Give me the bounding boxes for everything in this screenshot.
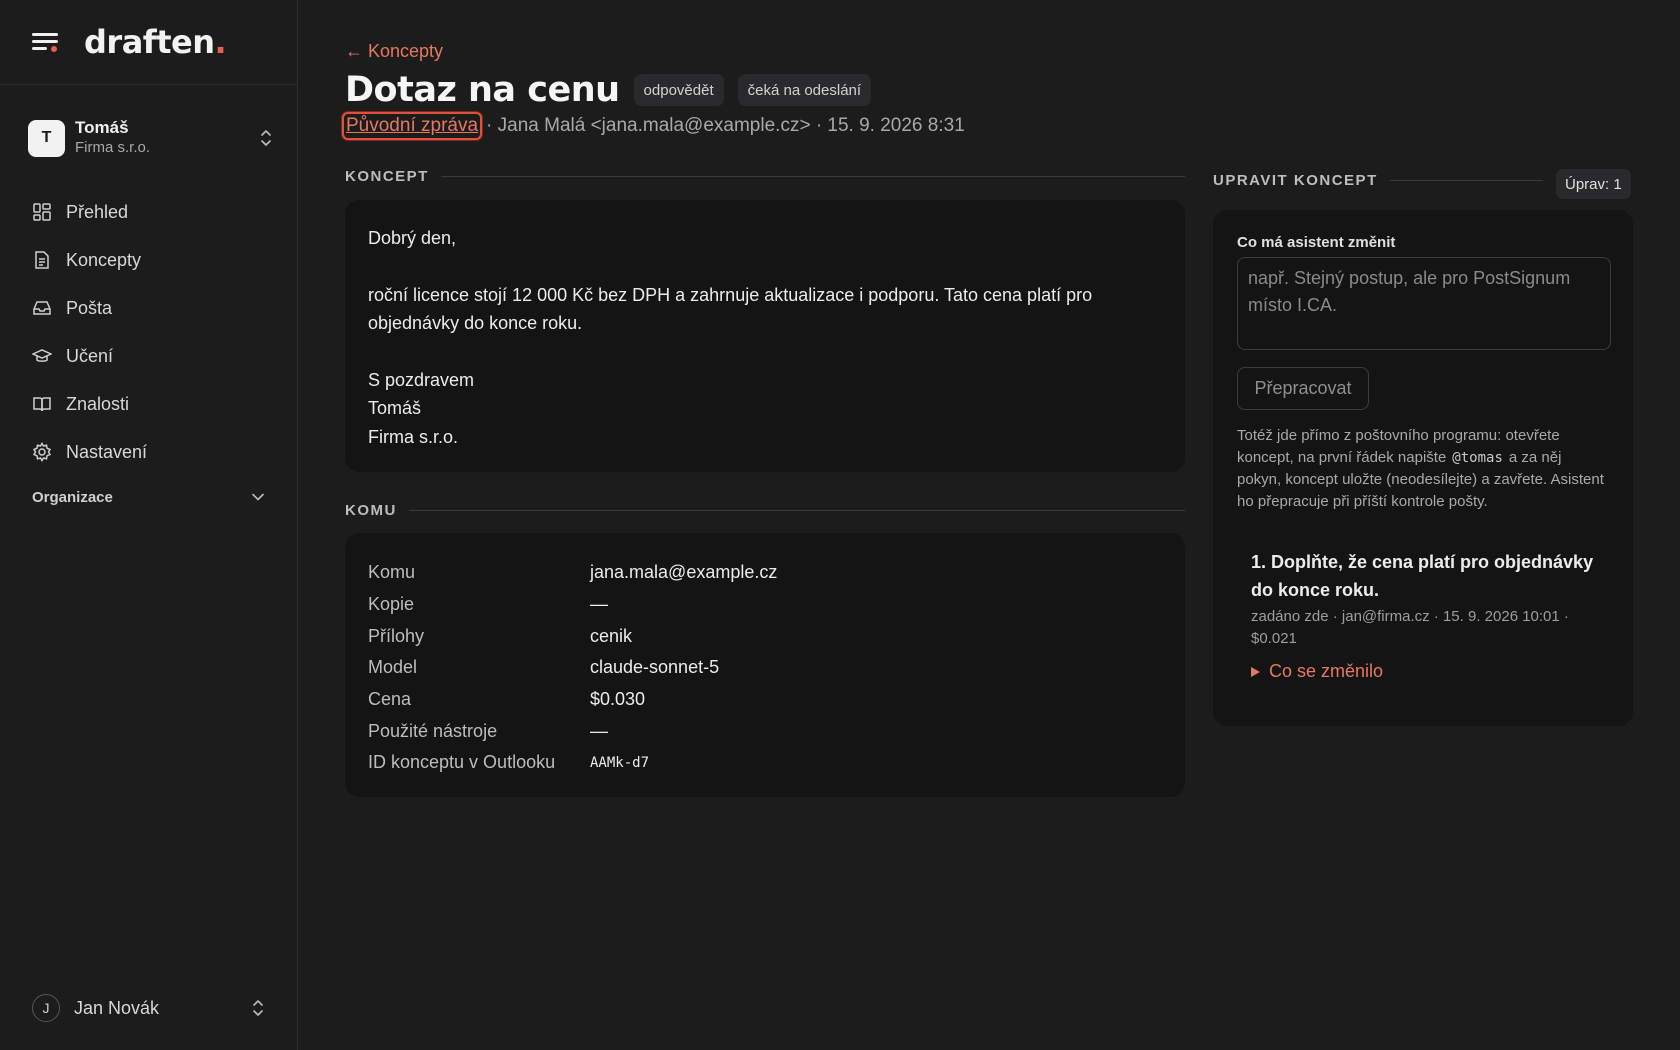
rework-button[interactable]: Přepracovat	[1237, 367, 1369, 410]
nav-label: Znalosti	[66, 393, 130, 414]
chevron-up-down-icon	[253, 1000, 263, 1016]
edit-count-badge: Úprav: 1	[1556, 169, 1631, 199]
edit-draft-card: Co má asistent změnit např. Stejný postu…	[1213, 210, 1633, 726]
edit-instruction-meta: zadáno zde · jan@firma.cz · 15. 9. 2026 …	[1251, 608, 1569, 647]
logo[interactable]: draften.	[84, 23, 227, 61]
detail-value: claude-sonnet-5	[590, 657, 720, 678]
back-to-drafts-link[interactable]: ← Koncepty	[345, 41, 443, 62]
detail-row: Přílohy cenik	[368, 620, 1162, 652]
detail-key: Model	[368, 657, 418, 678]
nav-label: Pošta	[66, 297, 113, 318]
nav-label: Přehled	[66, 201, 129, 222]
detail-key: Kopie	[368, 594, 415, 615]
main-nav: Přehled Koncepty Pošta Učení Znalosti Na…	[32, 188, 272, 476]
detail-value: AAMk-d7	[590, 754, 650, 771]
inbox-icon	[33, 301, 51, 315]
detail-row: ID konceptu v Outlooku AAMk-d7	[368, 747, 1162, 779]
menu-icon[interactable]	[32, 31, 58, 53]
account-avatar: T	[28, 119, 65, 157]
nav-item-znalosti[interactable]: Znalosti	[32, 380, 272, 428]
detail-key: Použité nástroje	[368, 720, 498, 741]
recipients-section-heading: KOMU	[345, 502, 1185, 519]
nav-item-uceni[interactable]: Učení	[32, 332, 272, 380]
page-title: Dotaz na cenu	[345, 70, 620, 110]
original-message-link[interactable]: Původní zpráva	[342, 112, 483, 140]
draft-body: roční licence stojí 12 000 Kč bez DPH a …	[368, 284, 1093, 334]
instruction-label: Co má asistent změnit	[1237, 234, 1396, 251]
nav-label: Koncepty	[66, 249, 142, 270]
brand-bar: draften.	[0, 0, 297, 85]
status-badge: čeká na odeslání	[737, 74, 872, 106]
draft-greeting: Dobrý den,	[368, 228, 457, 248]
account-name: Tomáš	[75, 118, 129, 137]
draft-signature-name: Tomáš	[368, 398, 422, 418]
dashboard-icon	[33, 203, 51, 221]
gear-icon	[32, 442, 52, 462]
type-badge: odpovědět	[633, 74, 724, 106]
chevron-down-icon	[252, 493, 264, 501]
detail-row: Použité nástroje —	[368, 715, 1162, 747]
detail-value: —	[590, 720, 608, 741]
detail-key: ID konceptu v Outlooku	[368, 752, 556, 773]
draft-closing: S pozdravem	[368, 369, 475, 390]
graduation-cap-icon	[32, 349, 52, 362]
nav-label: Nastavení	[66, 441, 148, 462]
email-client-help: Totéž jde přímo z poštovního programu: o…	[1237, 427, 1604, 510]
recipients-card: Komu jana.mala@example.cz Kopie — Přílohy c…	[345, 533, 1185, 797]
detail-value: jana.mala@example.cz	[590, 562, 778, 583]
organization-toggle[interactable]: Organizace	[32, 484, 264, 510]
edit-instruction-text: 1. Doplňte, že cena platí pro objednávky…	[1251, 552, 1594, 600]
book-icon	[33, 397, 51, 412]
detail-value: $0.030	[590, 689, 646, 710]
mention-code: @tomas	[1452, 449, 1503, 466]
chevron-up-down-icon	[261, 130, 271, 146]
organization-label: Organizace	[32, 488, 113, 506]
user-name: Jan Novák	[74, 997, 160, 1018]
sender-meta: · Jana Malá <jana.mala@example.cz> · 15.…	[486, 115, 965, 136]
user-menu[interactable]: J Jan Novák	[32, 992, 264, 1024]
detail-row: Komu jana.mala@example.cz	[368, 557, 1162, 589]
detail-value: —	[590, 594, 608, 615]
instruction-textarea[interactable]: např. Stejný postup, ale pro PostSignum …	[1237, 257, 1611, 350]
draft-section-heading: KONCEPT	[345, 168, 1185, 185]
edit-section-heading: UPRAVIT KONCEPT	[1213, 172, 1543, 189]
nav-item-nastaveni[interactable]: Nastavení	[32, 428, 272, 476]
detail-key: Komu	[368, 562, 416, 583]
sidebar: draften. T Tomáš Firma s.r.o. Přehled Ko…	[0, 0, 298, 1050]
detail-row: Cena $0.030	[368, 684, 1162, 716]
edit-history-item: 1. Doplňte, že cena platí pro objednávky…	[1237, 548, 1609, 682]
account-org: Firma s.r.o.	[75, 139, 151, 156]
detail-key: Přílohy	[368, 625, 425, 646]
nav-item-koncepty[interactable]: Koncepty	[32, 236, 272, 284]
detail-row: Kopie —	[368, 589, 1162, 621]
draft-signature-company: Firma s.r.o.	[368, 426, 459, 447]
detail-key: Cena	[368, 689, 412, 710]
detail-value: cenik	[590, 625, 633, 646]
detail-row: Model claude-sonnet-5	[368, 652, 1162, 684]
nav-label: Učení	[66, 345, 114, 366]
account-switcher[interactable]: T Tomáš Firma s.r.o.	[28, 118, 272, 158]
nav-item-posta[interactable]: Pošta	[32, 284, 272, 332]
user-avatar: J	[32, 994, 60, 1022]
document-icon	[35, 251, 49, 269]
message-meta: Původní zpráva · Jana Malá <jana.mala@ex…	[342, 112, 965, 140]
what-changed-toggle[interactable]: Co se změnilo	[1251, 661, 1609, 682]
title-row: Dotaz na cenu odpovědět čeká na odeslání	[345, 70, 872, 110]
nav-item-prehled[interactable]: Přehled	[32, 188, 272, 236]
draft-body-card: Dobrý den, roční licence stojí 12 000 Kč…	[345, 200, 1185, 472]
disclosure-triangle-icon	[1251, 666, 1260, 677]
